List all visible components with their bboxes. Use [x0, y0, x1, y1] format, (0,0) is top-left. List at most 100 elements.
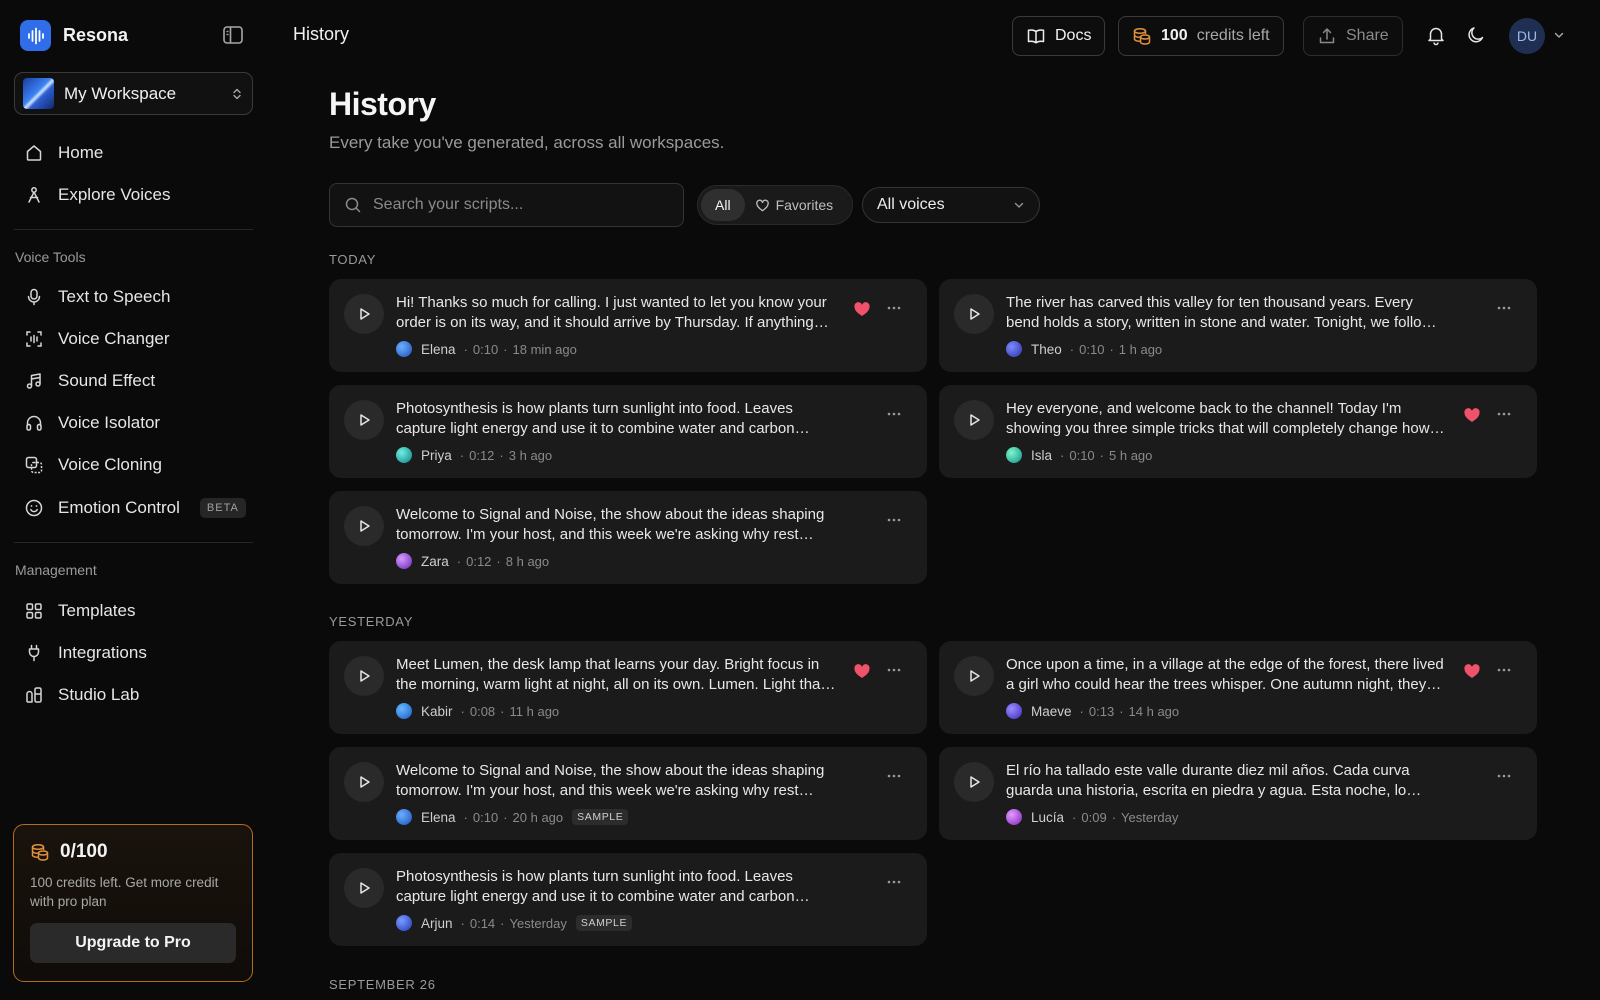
history-card[interactable]: Hi! Thanks so much for calling. I just w… — [329, 279, 927, 372]
nav-item-text-to-speech[interactable]: Text to Speech — [14, 278, 253, 316]
history-card[interactable]: Once upon a time, in a village at the ed… — [939, 641, 1537, 734]
play-button[interactable] — [954, 294, 994, 334]
nav-item-voice-changer[interactable]: Voice Changer — [14, 320, 253, 358]
docs-label: Docs — [1055, 27, 1092, 44]
user-avatar[interactable]: DU — [1509, 18, 1545, 54]
nav-item-sound-effect[interactable]: Sound Effect — [14, 362, 253, 400]
voice-name: Lucía — [1031, 809, 1065, 825]
script-text: Photosynthesis is how plants turn sunlig… — [396, 400, 795, 437]
duration: 0:14 — [469, 915, 496, 931]
moon-icon[interactable] — [1465, 24, 1487, 46]
credits-left-label: credits left — [1196, 27, 1270, 44]
search-input[interactable] — [373, 196, 663, 214]
history-card[interactable]: The river has carved this valley for ten… — [939, 279, 1537, 372]
history-card[interactable]: Meet Lumen, the desk lamp that learns yo… — [329, 641, 927, 734]
script-text: Once upon a time, in a village at the ed… — [1006, 656, 1444, 693]
search-box[interactable] — [329, 183, 684, 227]
more-options-icon[interactable] — [885, 511, 903, 529]
nav-item-emotion-control[interactable]: Emotion Control BETA — [14, 489, 253, 527]
filter-all-tab[interactable]: All — [701, 189, 745, 221]
more-options-icon[interactable] — [885, 661, 903, 679]
more-options-icon[interactable] — [1495, 299, 1513, 317]
nav-item-voice-cloning[interactable]: Voice Cloning — [14, 446, 253, 484]
more-options-icon[interactable] — [1495, 661, 1513, 679]
share-button[interactable]: Share — [1303, 16, 1403, 56]
more-options-icon[interactable] — [1495, 767, 1513, 785]
play-button[interactable] — [954, 656, 994, 696]
group-label-yesterday: YESTERDAY — [329, 614, 414, 629]
timestamp: Yesterday — [1121, 809, 1179, 825]
nav-label: Voice Isolator — [58, 413, 161, 432]
play-button[interactable] — [344, 400, 384, 440]
more-options-icon[interactable] — [885, 299, 903, 317]
play-button[interactable] — [954, 400, 994, 440]
separator-dot: · — [459, 447, 465, 463]
history-card[interactable]: Photosynthesis is how plants turn sunlig… — [329, 385, 927, 478]
duration: 0:10 — [1079, 341, 1105, 357]
history-card[interactable]: El río ha tallado este valle durante die… — [939, 747, 1537, 840]
bell-icon[interactable] — [1425, 24, 1447, 46]
more-options-icon[interactable] — [885, 405, 903, 423]
card-meta: Theo · 0:10 · 1 h ago — [1006, 341, 1162, 357]
plug-icon — [28, 644, 40, 662]
script-text: Photosynthesis is how plants turn sunlig… — [396, 868, 795, 905]
play-button[interactable] — [344, 868, 384, 908]
play-button[interactable] — [954, 762, 994, 802]
play-button[interactable] — [344, 506, 384, 546]
nav-item-integrations[interactable]: Integrations — [14, 634, 253, 672]
duration: 0:10 — [472, 809, 499, 825]
nav-item-explore-voices[interactable]: Explore Voices — [14, 176, 253, 214]
section-label-management: Management — [15, 562, 97, 578]
timestamp: 5 h ago — [1109, 447, 1153, 463]
history-card[interactable]: Photosynthesis is how plants turn sunlig… — [329, 853, 927, 946]
separator-dot: · — [460, 703, 465, 719]
script-text: The river has carved this valley for ten… — [1006, 294, 1445, 331]
heart-filled-icon[interactable] — [1463, 406, 1481, 424]
heart-filled-icon[interactable] — [853, 662, 871, 680]
heart-filled-icon[interactable] — [853, 300, 871, 318]
favorites-label: Favorites — [775, 197, 834, 213]
nav-item-home[interactable]: Home — [14, 134, 253, 172]
play-button[interactable] — [344, 656, 384, 696]
voices-dropdown[interactable]: All voices — [862, 187, 1040, 223]
brand[interactable]: Resona — [20, 20, 128, 51]
play-button[interactable] — [344, 294, 384, 334]
filter-favorites-tab[interactable]: Favorites — [745, 189, 844, 221]
page-title: History — [329, 86, 436, 122]
play-icon — [360, 882, 370, 894]
voice-name: Arjun — [421, 915, 453, 931]
sidebar-toggle-icon[interactable] — [222, 24, 244, 46]
more-options-icon[interactable] — [885, 767, 903, 785]
separator-dot: · — [463, 341, 468, 357]
separator-dot: · — [1099, 447, 1105, 463]
upgrade-button[interactable]: Upgrade to Pro — [30, 923, 236, 963]
history-card[interactable]: Welcome to Signal and Noise, the show ab… — [329, 747, 927, 840]
timestamp: 20 h ago — [512, 809, 564, 825]
heart-filled-icon[interactable] — [1463, 662, 1481, 680]
workspace-switcher[interactable]: My Workspace — [14, 72, 253, 115]
nav-item-voice-isolator[interactable]: Voice Isolator — [14, 404, 253, 442]
voice-name: Priya — [421, 447, 452, 463]
history-card[interactable]: Welcome to Signal and Noise, the show ab… — [329, 491, 927, 584]
duration: 0:13 — [1088, 703, 1115, 719]
play-icon — [970, 776, 980, 788]
chevron-down-icon[interactable] — [1553, 29, 1565, 41]
card-meta: Elena · 0:10 · 20 h ago SAMPLE — [396, 809, 629, 825]
nav-item-studio-lab[interactable]: Studio Lab — [14, 676, 253, 714]
more-options-icon[interactable] — [885, 873, 903, 891]
nav-label: Integrations — [58, 643, 147, 662]
play-icon — [970, 308, 980, 320]
separator-dot: · — [460, 915, 465, 931]
separator-dot: · — [1079, 703, 1084, 719]
card-meta: Lucía · 0:09 · Yesterday — [1006, 809, 1178, 825]
nav-item-templates[interactable]: Templates — [14, 592, 253, 630]
docs-button[interactable]: Docs — [1012, 16, 1106, 56]
voice-avatar — [396, 341, 412, 357]
history-card[interactable]: Hey everyone, and welcome back to the ch… — [939, 385, 1537, 478]
credits-button[interactable]: 100 credits left — [1118, 16, 1284, 56]
more-options-icon[interactable] — [1495, 405, 1513, 423]
play-icon — [970, 670, 980, 682]
play-button[interactable] — [344, 762, 384, 802]
play-icon — [970, 414, 980, 426]
script-text: Hey everyone, and welcome back to the ch… — [1006, 400, 1430, 437]
